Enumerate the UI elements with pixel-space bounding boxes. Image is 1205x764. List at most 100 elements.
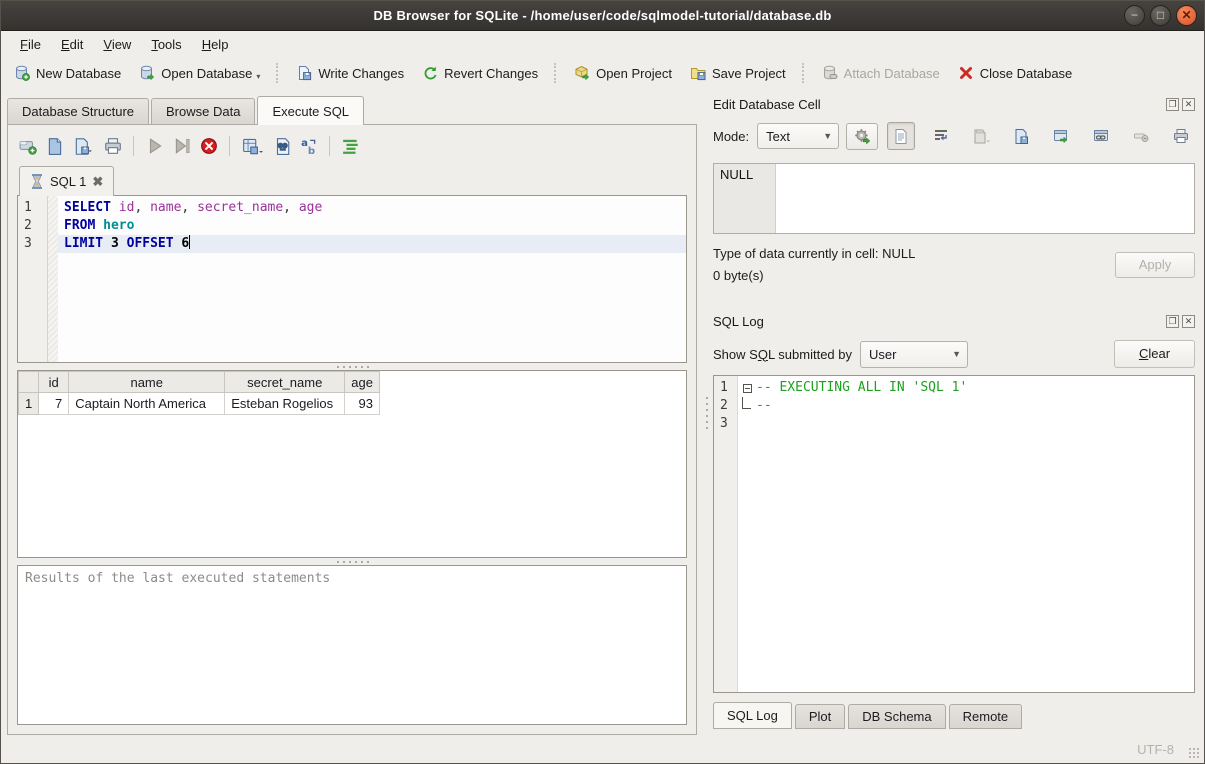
sql-toolbar: ab — [17, 132, 687, 164]
corner-header[interactable] — [19, 372, 39, 393]
float-panel-icon[interactable]: ❐ — [1166, 315, 1179, 328]
cell-age[interactable]: 93 — [345, 393, 380, 415]
copy-link-button[interactable] — [1087, 122, 1115, 150]
cell-id[interactable]: 7 — [39, 393, 69, 415]
log-line-3 — [738, 415, 1194, 433]
tab-sql-log[interactable]: SQL Log — [713, 702, 792, 729]
tab-execute-sql[interactable]: Execute SQL — [257, 96, 364, 125]
new-database-button[interactable]: New Database — [5, 61, 130, 85]
editor-code[interactable]: SELECT id, name, secret_name, age FROM h… — [58, 196, 686, 362]
sql-editor[interactable]: 1 2 3 SELECT id, name, secret_name, age … — [17, 195, 687, 363]
column-header-id[interactable]: id — [39, 372, 69, 393]
close-database-button[interactable]: Close Database — [949, 61, 1082, 85]
menu-view[interactable]: View — [94, 34, 140, 55]
tab-browse-data[interactable]: Browse Data — [151, 98, 255, 124]
auto-switch-mode-button[interactable] — [846, 123, 878, 150]
sql-tab-close-icon[interactable]: ✖ — [92, 174, 103, 190]
import-data-button[interactable] — [967, 122, 995, 150]
open-sql-file-button[interactable] — [46, 137, 64, 155]
sql-log-view[interactable]: 1 2 3 -- EXECUTING ALL IN 'SQL 1' -- — [713, 375, 1195, 693]
text-mode-button[interactable] — [887, 122, 915, 150]
execute-current-line-button[interactable] — [173, 137, 191, 155]
sql-1-tab[interactable]: SQL 1 ✖ — [19, 166, 114, 196]
open-in-external-button[interactable] — [1047, 122, 1075, 150]
cell-value-content[interactable] — [776, 164, 1194, 233]
log-line-numbers: 1 2 3 — [714, 376, 738, 692]
clear-log-button[interactable]: Clear — [1114, 340, 1195, 368]
attach-database-icon — [822, 65, 838, 81]
cell-name[interactable]: Captain North America — [69, 393, 225, 415]
main-area: Database Structure Browse Data Execute S… — [1, 89, 1204, 735]
close-button[interactable]: ✕ — [1176, 5, 1197, 26]
stop-sql-button[interactable] — [200, 137, 218, 155]
open-database-dropdown-icon[interactable]: ▾ — [256, 72, 260, 81]
revert-changes-button[interactable]: Revert Changes — [413, 61, 547, 85]
column-header-name[interactable]: name — [69, 372, 225, 393]
sql-log-filter-row: Show SQL submitted by User ▼ Clear — [713, 339, 1195, 369]
tab-remote[interactable]: Remote — [949, 704, 1023, 729]
execute-sql-button[interactable] — [146, 137, 164, 155]
encoding-indicator[interactable]: UTF-8 — [1137, 742, 1174, 757]
log-filter-select[interactable]: User ▼ — [860, 341, 968, 368]
save-sql-file-button[interactable] — [73, 137, 95, 155]
tab-plot[interactable]: Plot — [795, 704, 845, 729]
close-panel-icon[interactable]: ✕ — [1182, 315, 1195, 328]
menu-file[interactable]: File — [11, 34, 50, 55]
code-line-1: SELECT id, name, secret_name, age — [58, 199, 686, 217]
format-sql-button[interactable] — [342, 137, 360, 155]
editor-line-numbers: 1 2 3 — [18, 196, 48, 362]
open-project-button[interactable]: Open Project — [565, 61, 681, 85]
print-sql-button[interactable] — [104, 137, 122, 155]
new-database-icon — [14, 65, 30, 81]
replace-button[interactable]: ab — [300, 137, 318, 155]
row-number[interactable]: 1 — [19, 393, 39, 415]
find-button[interactable] — [273, 137, 291, 155]
word-wrap-button[interactable] — [927, 122, 955, 150]
tab-db-schema[interactable]: DB Schema — [848, 704, 945, 729]
status-bar: UTF-8 — [1, 735, 1204, 763]
table-row[interactable]: 1 7 Captain North America Esteban Rogeli… — [19, 393, 380, 415]
menu-tools[interactable]: Tools — [142, 34, 190, 55]
write-changes-button[interactable]: Write Changes — [287, 61, 413, 85]
close-panel-icon[interactable]: ✕ — [1182, 98, 1195, 111]
float-panel-icon[interactable]: ❐ — [1166, 98, 1179, 111]
menu-help[interactable]: Help — [193, 34, 238, 55]
cell-secret-name[interactable]: Esteban Rogelios — [225, 393, 345, 415]
execution-message: Results of the last executed statements — [25, 571, 330, 586]
cell-value-editor[interactable]: NULL — [713, 163, 1195, 234]
print-cell-button[interactable] — [1167, 122, 1195, 150]
new-sql-tab-button[interactable] — [19, 137, 37, 155]
menu-edit[interactable]: Edit — [52, 34, 92, 55]
open-database-button[interactable]: Open Database ▾ — [130, 61, 269, 85]
code-line-2: FROM hero — [58, 217, 686, 235]
editor-results-splitter[interactable] — [17, 363, 687, 370]
maximize-button[interactable]: □ — [1150, 5, 1171, 26]
edit-cell-title: Edit Database Cell — [713, 97, 1163, 112]
gear-arrow-icon — [854, 128, 871, 145]
sql-toolbar-separator — [229, 136, 231, 156]
minimize-button[interactable]: − — [1124, 5, 1145, 26]
set-null-button[interactable] — [1127, 122, 1155, 150]
save-results-button[interactable] — [242, 137, 264, 155]
results-message-splitter[interactable] — [17, 558, 687, 565]
vertical-splitter[interactable] — [701, 89, 713, 735]
export-data-button[interactable] — [1007, 122, 1035, 150]
open-project-icon — [574, 65, 590, 81]
column-header-secret-name[interactable]: secret_name — [225, 372, 345, 393]
toolbar-separator — [276, 63, 280, 83]
main-toolbar: New Database Open Database ▾ Write Chang… — [1, 57, 1204, 89]
attach-database-button[interactable]: Attach Database — [813, 61, 949, 85]
fold-collapse-icon[interactable] — [738, 379, 756, 397]
results-grid[interactable]: id name secret_name age 1 7 Captain Nort… — [17, 370, 687, 558]
apply-button[interactable]: Apply — [1115, 252, 1195, 278]
tab-database-structure[interactable]: Database Structure — [7, 98, 149, 124]
resize-grip[interactable] — [1188, 747, 1200, 759]
mode-select[interactable]: Text ▼ — [757, 123, 839, 149]
dock-tab-bar: SQL Log Plot DB Schema Remote — [713, 702, 1195, 729]
text-cursor — [189, 235, 190, 249]
column-header-age[interactable]: age — [345, 372, 380, 393]
sql-log-dock-header: SQL Log ❐ ✕ — [713, 312, 1195, 330]
save-project-button[interactable]: Save Project — [681, 61, 795, 85]
cell-mode-row: Mode: Text ▼ — [713, 122, 1195, 150]
svg-text:b: b — [308, 146, 315, 155]
